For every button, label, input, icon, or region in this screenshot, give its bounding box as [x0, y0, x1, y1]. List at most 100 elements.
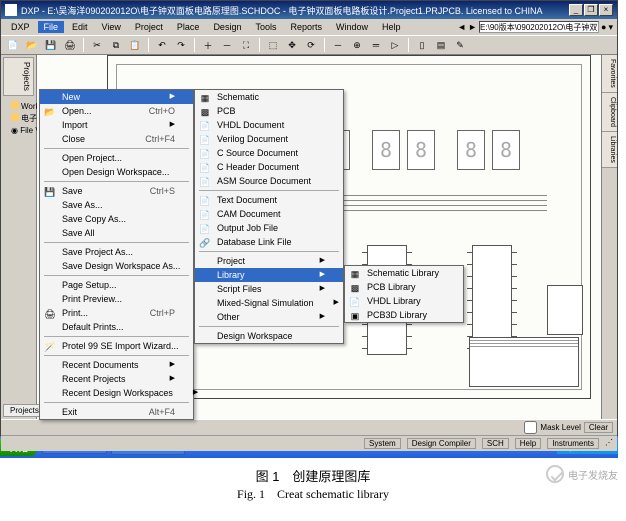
tool-note-icon[interactable]: ✎	[452, 37, 468, 53]
new-menu-item-verilog-document[interactable]: 📄Verilog Document	[195, 132, 343, 146]
new-menu-item-mixed-signal-simulation[interactable]: Mixed-Signal Simulation▶	[195, 296, 343, 310]
libraries-tab[interactable]: Libraries	[602, 132, 617, 168]
menu-reports[interactable]: Reports	[284, 21, 328, 33]
menu-view[interactable]: View	[96, 21, 127, 33]
mask-checkbox[interactable]	[524, 421, 537, 434]
tool-bus-icon[interactable]: ═	[368, 37, 384, 53]
new-menu-item-cam-document[interactable]: 📄CAM Document	[195, 207, 343, 221]
lib-menu-item-schematic-library[interactable]: ▦Schematic Library	[345, 266, 463, 280]
new-menu-item-database-link-file[interactable]: 🔗Database Link File	[195, 235, 343, 249]
tool-zoomout-icon[interactable]: －	[219, 37, 235, 53]
file-menu-item-save-copy-as[interactable]: Save Copy As...	[40, 212, 193, 226]
file-menu-item-open[interactable]: 📂Open...Ctrl+O	[40, 104, 193, 118]
lib-menu-item-vhdl-library[interactable]: 📄VHDL Library	[345, 294, 463, 308]
panel-sch[interactable]: SCH	[482, 438, 509, 449]
tool-redo-icon[interactable]: ↷	[173, 37, 189, 53]
mask-level-control[interactable]: Mask Level Clear	[524, 421, 613, 434]
file-menu-item-import[interactable]: Import▶	[40, 118, 193, 132]
new-menu-item-other[interactable]: Other▶	[195, 310, 343, 324]
tool-save-icon[interactable]: 💾	[43, 37, 59, 53]
file-menu-item-exit[interactable]: ExitAlt+F4	[40, 405, 193, 419]
panel-compiler[interactable]: Design Compiler	[407, 438, 476, 449]
menu-place[interactable]: Place	[171, 21, 206, 33]
tool-part-icon[interactable]: ▯	[414, 37, 430, 53]
file-menu-item-close[interactable]: CloseCtrl+F4	[40, 132, 193, 146]
menu-help[interactable]: Help	[376, 21, 407, 33]
tool-copy-icon[interactable]: ⧉	[108, 37, 124, 53]
lib-menu-item-pcb-library[interactable]: ▩PCB Library	[345, 280, 463, 294]
menu-window[interactable]: Window	[330, 21, 374, 33]
file-menu-item-page-setup[interactable]: Page Setup...	[40, 278, 193, 292]
file-menu-item-new[interactable]: New▶	[40, 90, 193, 104]
file-menu-item-recent-design-workspaces[interactable]: Recent Design Workspaces▶	[40, 386, 193, 400]
path-go-icon[interactable]: ●	[601, 22, 606, 32]
tool-net-icon[interactable]: ⊕	[349, 37, 365, 53]
project-item[interactable]: 电子钟	[3, 112, 34, 125]
path-dd-icon[interactable]: ▾	[608, 22, 613, 33]
file-menu-item-open-project[interactable]: Open Project...	[40, 151, 193, 165]
file-menu-item-recent-documents[interactable]: Recent Documents▶	[40, 358, 193, 372]
new-menu-item-c-header-document[interactable]: 📄C Header Document	[195, 160, 343, 174]
new-menu-item-project[interactable]: Project▶	[195, 254, 343, 268]
file-menu-item-save-project-as[interactable]: Save Project As...	[40, 245, 193, 259]
tool-sheet-icon[interactable]: ▤	[433, 37, 449, 53]
tool-new-icon[interactable]: 📄	[5, 37, 21, 53]
tool-rotate-icon[interactable]: ⟳	[303, 37, 319, 53]
clipboard-tab[interactable]: Clipboard	[602, 93, 617, 132]
path-input[interactable]	[479, 21, 599, 33]
file-menu-item-save-all[interactable]: Save All	[40, 226, 193, 240]
new-menu-item-library[interactable]: Library▶	[195, 268, 343, 282]
new-menu-item-text-document[interactable]: 📄Text Document	[195, 193, 343, 207]
minimize-button[interactable]: _	[569, 4, 583, 16]
clear-button[interactable]: Clear	[584, 422, 613, 433]
menu-design[interactable]: Design	[207, 21, 247, 33]
tool-cut-icon[interactable]: ✂	[89, 37, 105, 53]
tool-select-icon[interactable]: ⬚	[265, 37, 281, 53]
menu-dxp[interactable]: DXP	[5, 21, 36, 33]
path-fwd-icon[interactable]: ►	[468, 22, 477, 32]
new-menu-item-schematic[interactable]: ▦Schematic	[195, 90, 343, 104]
tool-print-icon[interactable]: 🖨	[62, 37, 78, 53]
menu-edit[interactable]: Edit	[66, 21, 94, 33]
file-menu-item-print-preview[interactable]: Print Preview...	[40, 292, 193, 306]
new-menu-item-vhdl-document[interactable]: 📄VHDL Document	[195, 118, 343, 132]
panel-instruments[interactable]: Instruments	[547, 438, 599, 449]
maximize-button[interactable]: ❐	[584, 4, 598, 16]
file-menu-item-save-design-workspace-as[interactable]: Save Design Workspace As...	[40, 259, 193, 273]
file-menu-item-default-prints[interactable]: Default Prints...	[40, 320, 193, 334]
tool-paste-icon[interactable]: 📋	[127, 37, 143, 53]
tool-zoomin-icon[interactable]: ＋	[200, 37, 216, 53]
new-menu-item-c-source-document[interactable]: 📄C Source Document	[195, 146, 343, 160]
file-menu-item-print[interactable]: 🖨Print...Ctrl+P	[40, 306, 193, 320]
projects-tab[interactable]: Projects	[3, 57, 34, 96]
tool-port-icon[interactable]: ▷	[387, 37, 403, 53]
menu-file[interactable]: File	[38, 21, 65, 33]
tool-move-icon[interactable]: ✥	[284, 37, 300, 53]
close-button[interactable]: ×	[599, 4, 613, 16]
file-menu-item-protel-99-se-import-wizard[interactable]: 🪄Protel 99 SE Import Wizard...	[40, 339, 193, 353]
tool-wire-icon[interactable]: ─	[330, 37, 346, 53]
favorites-tab[interactable]: Favorites	[602, 55, 617, 93]
new-menu-item-design-workspace[interactable]: Design Workspace	[195, 329, 343, 343]
tool-undo-icon[interactable]: ↶	[154, 37, 170, 53]
file-menu-item-recent-projects[interactable]: Recent Projects▶	[40, 372, 193, 386]
panel-system[interactable]: System	[364, 438, 401, 449]
new-menu-item-output-job-file[interactable]: 📄Output Job File	[195, 221, 343, 235]
lib-menu-item-pcb3d-library[interactable]: ▣PCB3D Library	[345, 308, 463, 322]
path-back-icon[interactable]: ◄	[457, 22, 466, 32]
tool-open-icon[interactable]: 📂	[24, 37, 40, 53]
file-menu-item-save-as[interactable]: Save As...	[40, 198, 193, 212]
new-menu-item-asm-source-document[interactable]: 📄ASM Source Document	[195, 174, 343, 188]
tool-fit-icon[interactable]: ⛶	[238, 37, 254, 53]
menu-tools[interactable]: Tools	[249, 21, 282, 33]
workspace-item[interactable]: Workspace	[3, 100, 34, 112]
right-panel: Favorites Clipboard Libraries	[601, 55, 617, 419]
new-menu-item-script-files[interactable]: Script Files▶	[195, 282, 343, 296]
resize-grip-icon[interactable]: ⋰	[605, 438, 613, 449]
file-menu-item-open-design-workspace[interactable]: Open Design Workspace...	[40, 165, 193, 179]
menu-project[interactable]: Project	[129, 21, 169, 33]
panel-help[interactable]: Help	[515, 438, 541, 449]
file-menu-item-save[interactable]: 💾SaveCtrl+S	[40, 184, 193, 198]
new-menu-item-pcb[interactable]: ▩PCB	[195, 104, 343, 118]
fileview-item[interactable]: ◉ File View	[3, 125, 34, 136]
